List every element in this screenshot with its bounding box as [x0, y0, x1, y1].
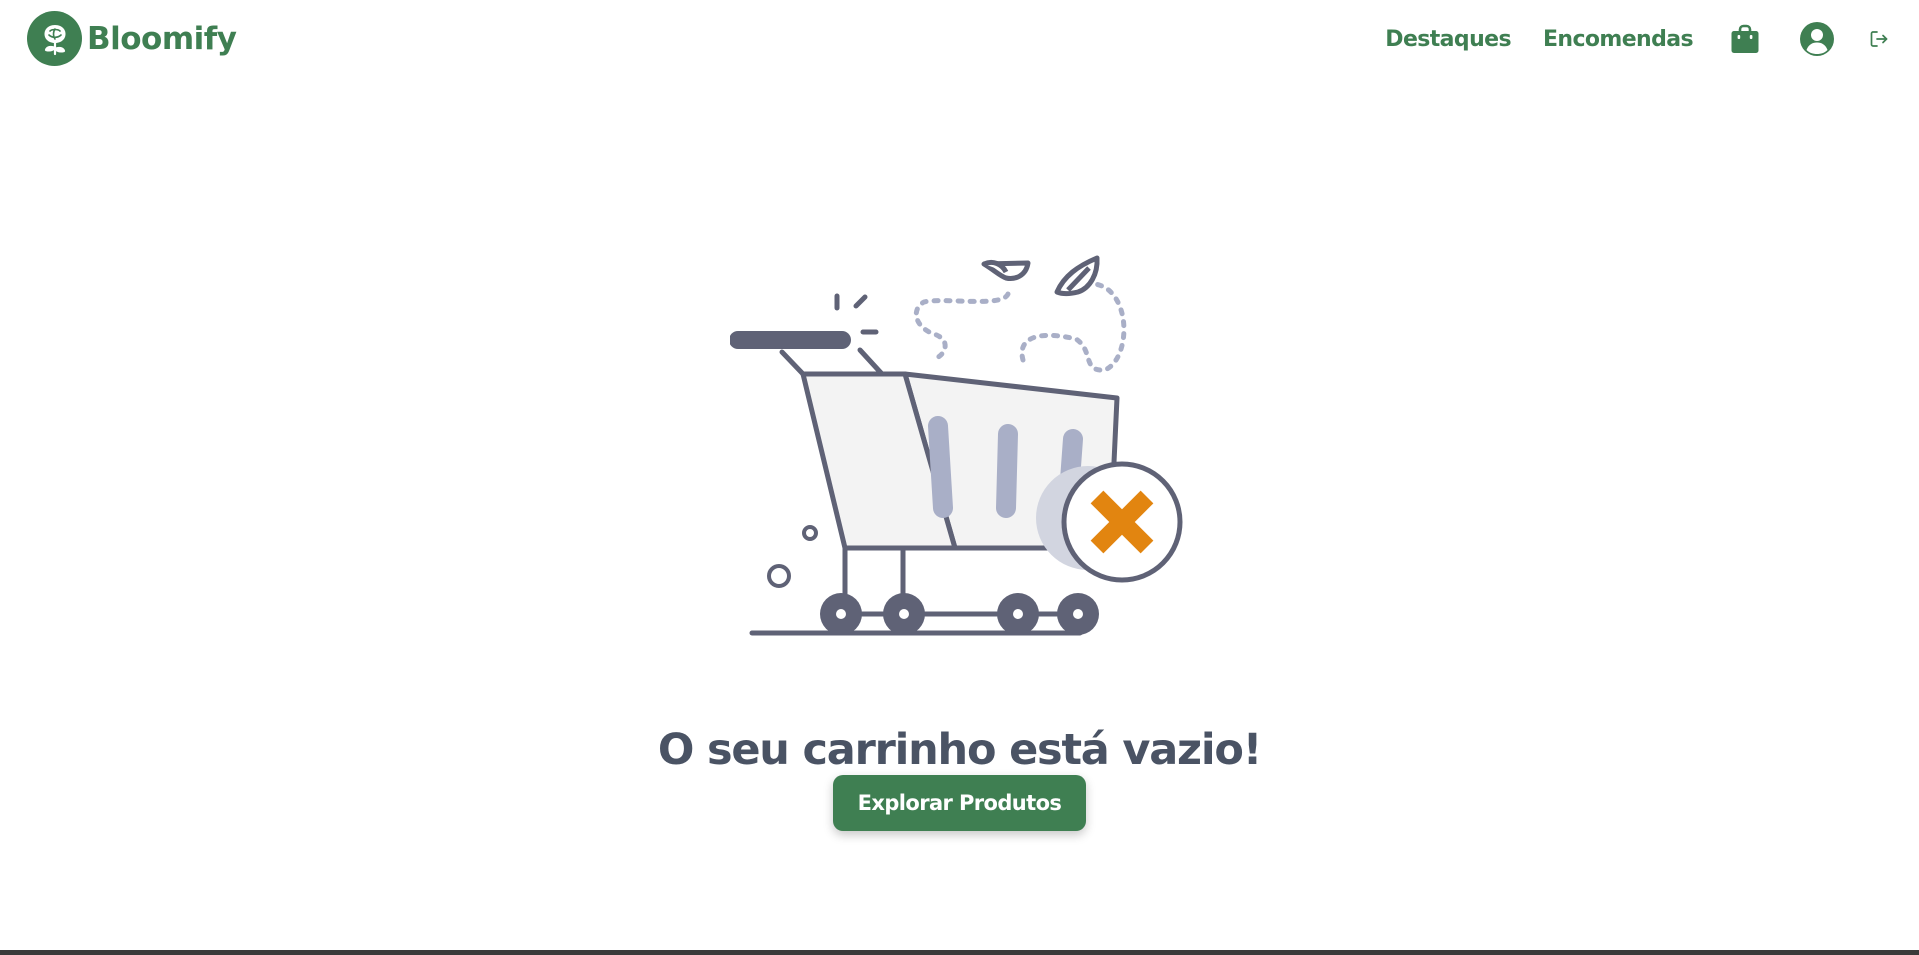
bottom-edge [0, 950, 1919, 955]
shopping-bag-icon[interactable] [1729, 23, 1761, 55]
navbar: Bloomify Destaques Encomendas [0, 0, 1919, 78]
explore-products-button[interactable]: Explorar Produtos [833, 775, 1086, 831]
nav-right: Destaques Encomendas [1385, 17, 1889, 61]
logout-icon[interactable] [1869, 29, 1889, 49]
brand-name: Bloomify [87, 20, 237, 57]
nav-link-encomendas[interactable]: Encomendas [1543, 27, 1694, 52]
brand-home-link[interactable]: Bloomify [27, 11, 237, 66]
nav-link-destaques[interactable]: Destaques [1385, 27, 1511, 52]
empty-shopping-cart-illustration [729, 248, 1190, 638]
rose-logo-icon [27, 11, 82, 66]
user-account-icon[interactable] [1799, 21, 1835, 57]
empty-cart-title: O seu carrinho está vazio! [657, 725, 1263, 775]
